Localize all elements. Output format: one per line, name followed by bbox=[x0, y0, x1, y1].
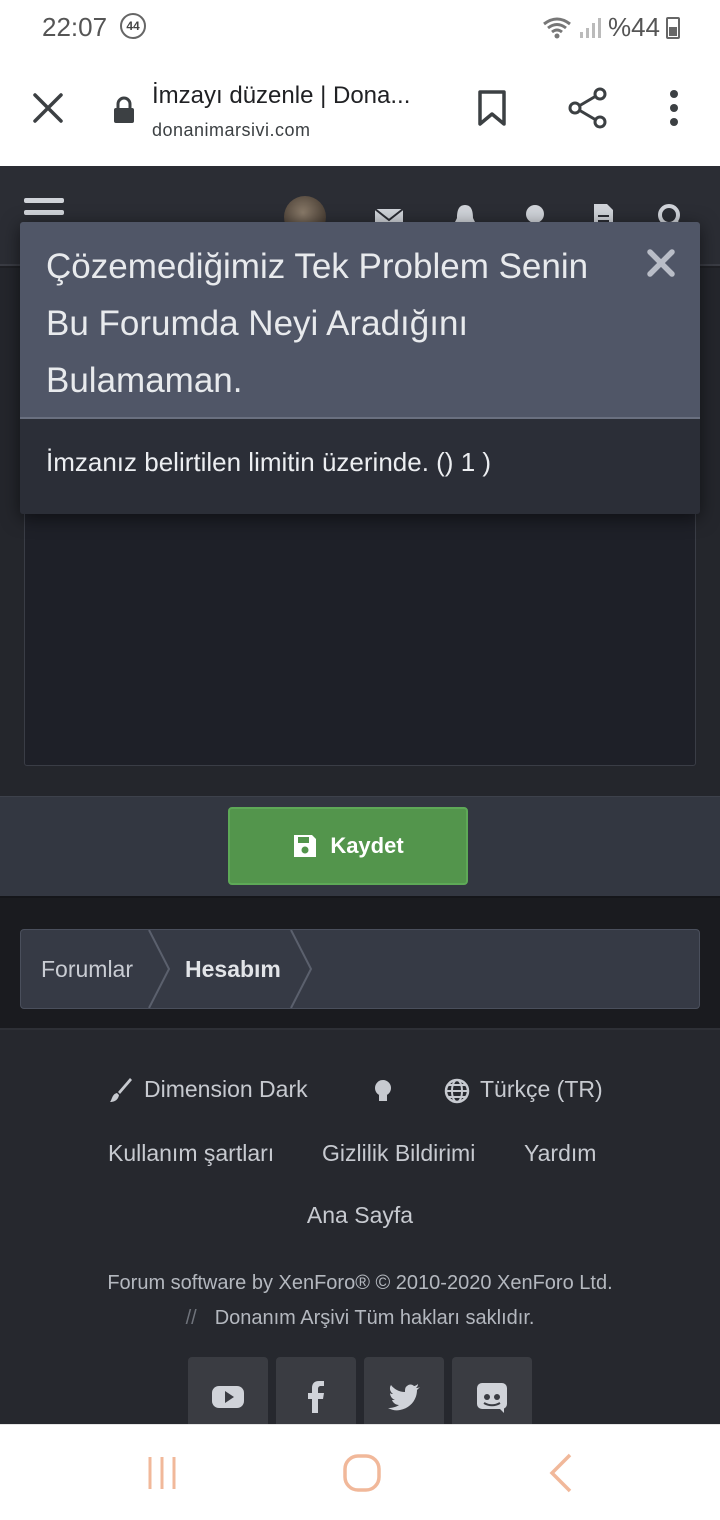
breadcrumb-item-forums[interactable]: Forumlar bbox=[41, 930, 133, 1008]
recent-apps-button[interactable] bbox=[142, 1453, 182, 1493]
breadcrumb-item-account[interactable]: Hesabım bbox=[185, 930, 281, 1008]
error-message: İmzanız belirtilen limitin üzerinde. () … bbox=[46, 447, 492, 477]
facebook-icon bbox=[308, 1381, 324, 1413]
status-bar: 22:07 44 %44 bbox=[0, 0, 720, 56]
language-chooser-link[interactable]: Türkçe (TR) bbox=[444, 1076, 603, 1104]
breadcrumb: Forumlar Hesabım bbox=[20, 929, 700, 1009]
copyright-line-1: Forum software by XenForo® © 2010-2020 X… bbox=[107, 1272, 613, 1294]
lock-icon bbox=[114, 96, 134, 123]
copyright-line-2: // Donanım Arşivi Tüm hakları saklıdır. bbox=[0, 1307, 720, 1330]
status-indicators: %44 bbox=[542, 12, 680, 43]
modal-title: Çözemediğimiz Tek Problem Senin Bu Forum… bbox=[46, 247, 589, 400]
close-tab-button[interactable] bbox=[26, 86, 70, 130]
help-link[interactable]: Yardım bbox=[524, 1140, 596, 1167]
twitter-icon bbox=[388, 1384, 420, 1411]
globe-icon bbox=[444, 1078, 470, 1104]
home-link[interactable]: Ana Sayfa bbox=[307, 1202, 413, 1228]
terms-link[interactable]: Kullanım şartları bbox=[108, 1140, 274, 1167]
share-button[interactable] bbox=[566, 86, 610, 130]
battery-icon bbox=[666, 16, 680, 39]
save-button[interactable]: Kaydet bbox=[228, 807, 468, 885]
notification-count-badge: 44 bbox=[120, 13, 146, 39]
copyright-text: Donanım Arşivi Tüm hakları saklıdır. bbox=[214, 1307, 535, 1329]
paintbrush-icon bbox=[110, 1077, 132, 1102]
lightbulb-toggle-icon[interactable] bbox=[370, 1078, 396, 1104]
status-time: 22:07 bbox=[42, 12, 108, 42]
site-footer: Dimension Dark Türkçe (TR) Kullanım şart… bbox=[0, 1030, 720, 1424]
youtube-icon bbox=[212, 1386, 244, 1408]
signature-editor[interactable] bbox=[24, 500, 696, 766]
page-title[interactable]: İmzayı düzenle | Dona... bbox=[152, 82, 432, 110]
save-button-label: Kaydet bbox=[330, 833, 404, 858]
signal-icon bbox=[579, 17, 601, 38]
bookmark-button[interactable] bbox=[470, 86, 514, 130]
floppy-disk-icon bbox=[294, 835, 317, 857]
style-chooser-label: Dimension Dark bbox=[144, 1076, 308, 1102]
url-domain[interactable]: donanimarsivi.com bbox=[152, 120, 311, 141]
copyright-separator: // bbox=[185, 1307, 197, 1329]
home-button[interactable] bbox=[342, 1453, 382, 1493]
style-chooser-link[interactable]: Dimension Dark bbox=[108, 1076, 308, 1104]
discord-icon bbox=[477, 1383, 507, 1413]
modal-body: İmzanız belirtilen limitin üzerinde. () … bbox=[20, 419, 700, 514]
back-button[interactable] bbox=[542, 1453, 582, 1493]
close-icon[interactable] bbox=[644, 246, 678, 280]
breadcrumb-separator bbox=[290, 930, 313, 1008]
privacy-link[interactable]: Gizlilik Bildirimi bbox=[322, 1140, 475, 1167]
language-label: Türkçe (TR) bbox=[480, 1076, 603, 1102]
overflow-menu-button[interactable] bbox=[652, 86, 696, 130]
wifi-icon bbox=[543, 17, 571, 38]
system-nav-bar bbox=[0, 1424, 720, 1520]
browser-toolbar: İmzayı düzenle | Dona... donanimarsivi.c… bbox=[0, 56, 720, 166]
error-modal: Çözemediğimiz Tek Problem Senin Bu Forum… bbox=[20, 222, 700, 514]
modal-header: Çözemediğimiz Tek Problem Senin Bu Forum… bbox=[20, 222, 700, 419]
battery-percent: %44 bbox=[607, 12, 660, 42]
footer-home-row: Ana Sayfa bbox=[0, 1202, 720, 1229]
breadcrumb-separator bbox=[148, 930, 171, 1008]
